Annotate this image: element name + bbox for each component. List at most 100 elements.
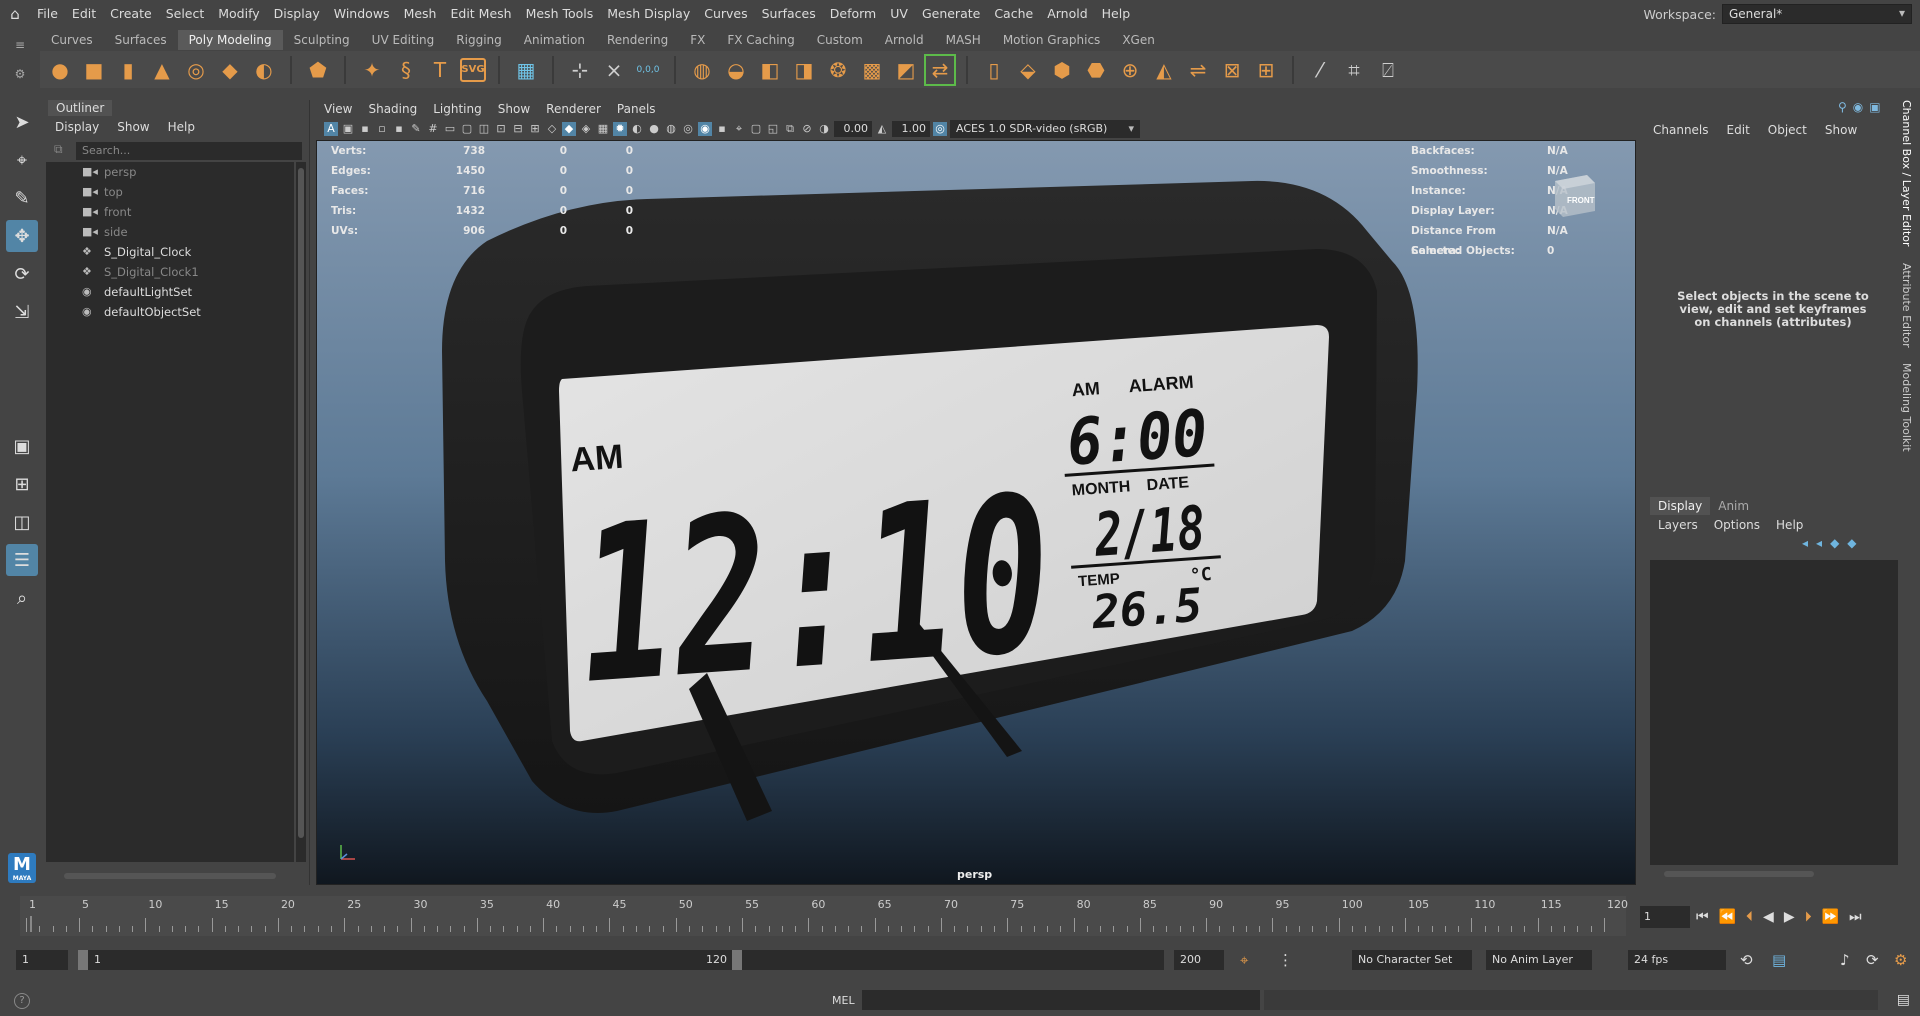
menu-modify[interactable]: Modify bbox=[211, 0, 266, 28]
append-icon[interactable]: ⊕ bbox=[1116, 56, 1144, 84]
menu-edit-mesh[interactable]: Edit Mesh bbox=[443, 0, 518, 28]
side-tab-attribute-editor[interactable]: Attribute Editor bbox=[1900, 263, 1913, 348]
shelf-tab-curves[interactable]: Curves bbox=[40, 30, 104, 50]
shadows-icon[interactable]: ◐ bbox=[630, 122, 644, 136]
bridge-icon[interactable]: ◩ bbox=[892, 56, 920, 84]
outliner-menu-help[interactable]: Help bbox=[159, 118, 204, 136]
snap-points-icon[interactable]: ⨯ bbox=[600, 56, 628, 84]
outliner-menu-display[interactable]: Display bbox=[46, 118, 108, 136]
plane-icon[interactable]: ◆ bbox=[216, 56, 244, 84]
move-layer-down-icon[interactable]: ◂ bbox=[1816, 536, 1822, 550]
step-back-frame-icon[interactable]: ⏴ bbox=[1746, 906, 1753, 928]
backface-culling-icon[interactable]: ◱ bbox=[766, 122, 780, 136]
channel-box-toggle-icon[interactable]: ◉ bbox=[1853, 100, 1863, 114]
viewport-menu-lighting[interactable]: Lighting bbox=[425, 100, 490, 118]
anim-layer-dropdown[interactable]: No Anim Layer bbox=[1486, 950, 1592, 970]
textured-icon[interactable]: ▦ bbox=[596, 122, 610, 136]
outliner-title[interactable]: Outliner bbox=[48, 100, 113, 116]
mirror-icon[interactable]: ⊠ bbox=[1218, 56, 1246, 84]
cube-icon[interactable]: ■ bbox=[80, 56, 108, 84]
play-forwards-icon[interactable]: ▶ bbox=[1784, 906, 1795, 928]
view-cube[interactable]: FRONT bbox=[1547, 169, 1599, 221]
bevel-icon[interactable]: ▩ bbox=[858, 56, 886, 84]
sphere-icon[interactable]: ● bbox=[46, 56, 74, 84]
frame-all-icon[interactable]: ⧉ bbox=[783, 122, 797, 136]
extrude-icon[interactable]: ⇄ bbox=[924, 53, 956, 86]
paint-select-icon[interactable]: ✎ bbox=[6, 182, 38, 214]
range-end-handle[interactable] bbox=[732, 950, 742, 970]
grid-toggle-icon[interactable]: # bbox=[426, 122, 440, 136]
search-icon[interactable]: ⌕ bbox=[6, 582, 38, 614]
channel-box-menu-show[interactable]: Show bbox=[1816, 120, 1866, 140]
viewport-menu-panels[interactable]: Panels bbox=[609, 100, 664, 118]
merge-icon[interactable]: ⇌ bbox=[1184, 56, 1212, 84]
home-icon[interactable]: ⌂ bbox=[0, 0, 30, 28]
shelf-tab-animation[interactable]: Animation bbox=[513, 30, 596, 50]
outliner-item-persp[interactable]: ■◂ persp bbox=[46, 162, 294, 182]
outliner-item-s-digital-clock[interactable]: ❖ S_Digital_Clock bbox=[46, 242, 294, 262]
platonic-icon[interactable]: ⬟ bbox=[304, 56, 332, 84]
separate-icon[interactable]: ◒ bbox=[722, 56, 750, 84]
channel-box-menu-channels[interactable]: Channels bbox=[1644, 120, 1718, 140]
range-start-handle[interactable] bbox=[78, 950, 88, 970]
menu-surfaces[interactable]: Surfaces bbox=[755, 0, 823, 28]
character-set-dropdown[interactable]: No Character Set bbox=[1352, 950, 1472, 970]
outliner-vertical-scrollbar[interactable] bbox=[296, 162, 306, 862]
two-d-pan-icon[interactable]: ▪ bbox=[392, 122, 406, 136]
step-forward-key-icon[interactable]: ⏩ bbox=[1822, 906, 1839, 928]
command-input[interactable] bbox=[862, 990, 1260, 1010]
sound-icon[interactable]: ♪ bbox=[1840, 950, 1850, 970]
disc-icon[interactable]: ◐ bbox=[250, 56, 278, 84]
combine-icon[interactable]: ◍ bbox=[688, 56, 716, 84]
menu-display[interactable]: Display bbox=[267, 0, 327, 28]
shelf-tab-poly-modeling[interactable]: Poly Modeling bbox=[177, 30, 283, 50]
new-layer-selected-icon[interactable]: ◆ bbox=[1847, 536, 1856, 550]
menu-help[interactable]: Help bbox=[1095, 0, 1138, 28]
side-tab-modeling-toolkit[interactable]: Modeling Toolkit bbox=[1900, 363, 1913, 452]
safe-title-icon[interactable]: ⊞ bbox=[528, 122, 542, 136]
multicut-icon[interactable]: ▯ bbox=[980, 56, 1008, 84]
range-slider[interactable]: 1 120 bbox=[78, 950, 1164, 970]
viewport-menu-shading[interactable]: Shading bbox=[360, 100, 425, 118]
xray-joints-icon[interactable]: ▢ bbox=[749, 122, 763, 136]
menu-curves[interactable]: Curves bbox=[697, 0, 754, 28]
helix-icon[interactable]: § bbox=[392, 56, 420, 84]
help-icon[interactable]: ? bbox=[14, 993, 30, 1009]
go-to-end-icon[interactable]: ⏭ bbox=[1849, 906, 1862, 928]
boolean-icon[interactable]: ◨ bbox=[790, 56, 818, 84]
menu-create[interactable]: Create bbox=[103, 0, 159, 28]
outliner-layout-icon[interactable]: ☰ bbox=[6, 544, 38, 576]
lasso-tool-icon[interactable]: ⌖ bbox=[6, 144, 38, 176]
layer-tab-anim[interactable]: Anim bbox=[1710, 497, 1757, 515]
shelf-tab-mash[interactable]: MASH bbox=[935, 30, 992, 50]
current-frame-marker[interactable] bbox=[30, 916, 32, 932]
shelf-tab-arnold[interactable]: Arnold bbox=[874, 30, 935, 50]
go-to-start-icon[interactable]: ⏮ bbox=[1696, 906, 1709, 928]
step-forward-frame-icon[interactable]: ⏵ bbox=[1805, 906, 1812, 928]
outliner-horizontal-scrollbar[interactable] bbox=[50, 870, 290, 882]
outliner-menu-show[interactable]: Show bbox=[108, 118, 158, 136]
shelf-tab-sculpting[interactable]: Sculpting bbox=[283, 30, 361, 50]
anim-prefs-icon[interactable]: ⚙ bbox=[1894, 950, 1907, 970]
script-editor-icon[interactable]: ▤ bbox=[1897, 992, 1910, 1008]
channel-box-menu-object[interactable]: Object bbox=[1759, 120, 1816, 140]
menu-file[interactable]: File bbox=[30, 0, 65, 28]
gate-mask-icon[interactable]: ◫ bbox=[477, 122, 491, 136]
shelf-tab-fx-caching[interactable]: FX Caching bbox=[716, 30, 805, 50]
menu-mesh-tools[interactable]: Mesh Tools bbox=[519, 0, 601, 28]
single-view-icon[interactable]: ▣ bbox=[6, 430, 38, 462]
camera-attributes-icon[interactable]: ▣ bbox=[341, 122, 355, 136]
play-backwards-icon[interactable]: ◀ bbox=[1763, 906, 1774, 928]
viewport-menu-show[interactable]: Show bbox=[490, 100, 538, 118]
cylinder-icon[interactable]: ▮ bbox=[114, 56, 142, 84]
shelf-tab-uv-editing[interactable]: UV Editing bbox=[361, 30, 446, 50]
anti-aliasing-icon[interactable]: ◎ bbox=[681, 122, 695, 136]
outliner-item-top[interactable]: ■◂ top bbox=[46, 182, 294, 202]
shelf-settings-icon[interactable]: ⚙ bbox=[15, 67, 26, 81]
xray-icon[interactable]: ⌖ bbox=[732, 122, 746, 136]
svg-icon[interactable]: SVG bbox=[460, 57, 486, 82]
image-plane-icon[interactable]: ▫ bbox=[375, 122, 389, 136]
fps-dropdown[interactable]: 24 fps bbox=[1628, 950, 1726, 970]
workspace-dropdown[interactable]: General* bbox=[1722, 4, 1912, 24]
menu-arnold[interactable]: Arnold bbox=[1040, 0, 1094, 28]
